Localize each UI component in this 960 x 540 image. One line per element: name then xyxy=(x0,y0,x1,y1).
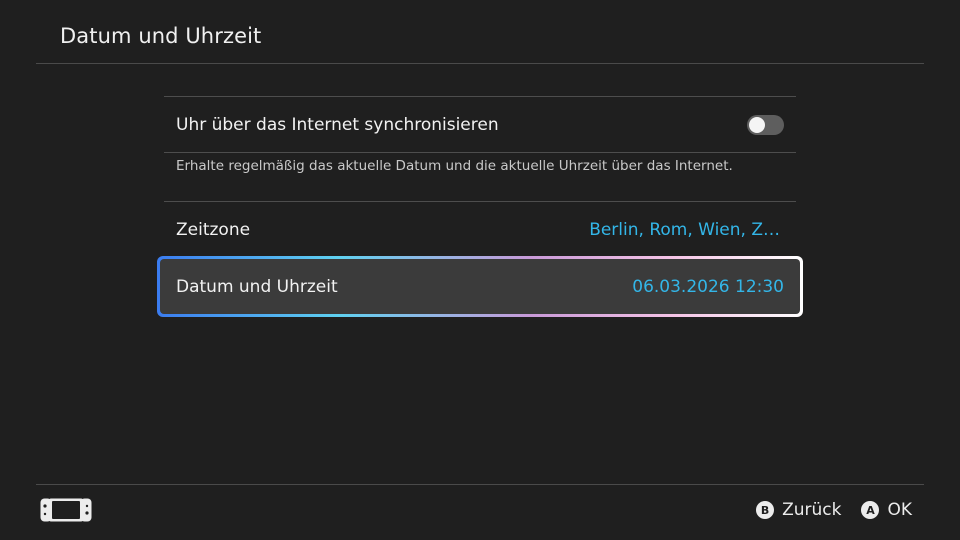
toggle-knob xyxy=(749,116,765,133)
header-divider xyxy=(36,63,924,64)
page-title: Datum und Uhrzeit xyxy=(60,24,262,48)
sync-setting-label: Uhr über das Internet synchronisieren xyxy=(176,114,499,135)
datetime-setting-row[interactable]: Datum und Uhrzeit 06.03.2026 12:30 xyxy=(157,256,803,317)
ok-hint[interactable]: A OK xyxy=(861,500,912,520)
sync-description: Erhalte regelmäßig das aktuelle Datum un… xyxy=(176,158,733,174)
timezone-setting-row[interactable]: Zeitzone Berlin, Rom, Wien, Z… xyxy=(164,202,796,257)
timezone-value: Berlin, Rom, Wien, Z… xyxy=(589,219,780,240)
sync-setting-row[interactable]: Uhr über das Internet synchronisieren xyxy=(164,97,796,152)
sync-toggle[interactable] xyxy=(747,114,784,135)
datetime-row-inner: Datum und Uhrzeit 06.03.2026 12:30 xyxy=(160,259,800,314)
footer-divider xyxy=(36,484,924,485)
back-hint[interactable]: B Zurück xyxy=(756,500,841,520)
a-button-icon: A xyxy=(861,501,880,519)
timezone-label: Zeitzone xyxy=(176,219,251,240)
datetime-value: 06.03.2026 12:30 xyxy=(632,276,784,297)
ok-label: OK xyxy=(887,500,912,520)
b-button-icon: B xyxy=(756,501,775,519)
row-divider xyxy=(164,152,796,153)
back-label: Zurück xyxy=(782,500,842,520)
datetime-label: Datum und Uhrzeit xyxy=(176,276,338,297)
handheld-console-icon xyxy=(40,498,92,522)
footer-button-hints: B Zurück A OK xyxy=(756,498,912,522)
